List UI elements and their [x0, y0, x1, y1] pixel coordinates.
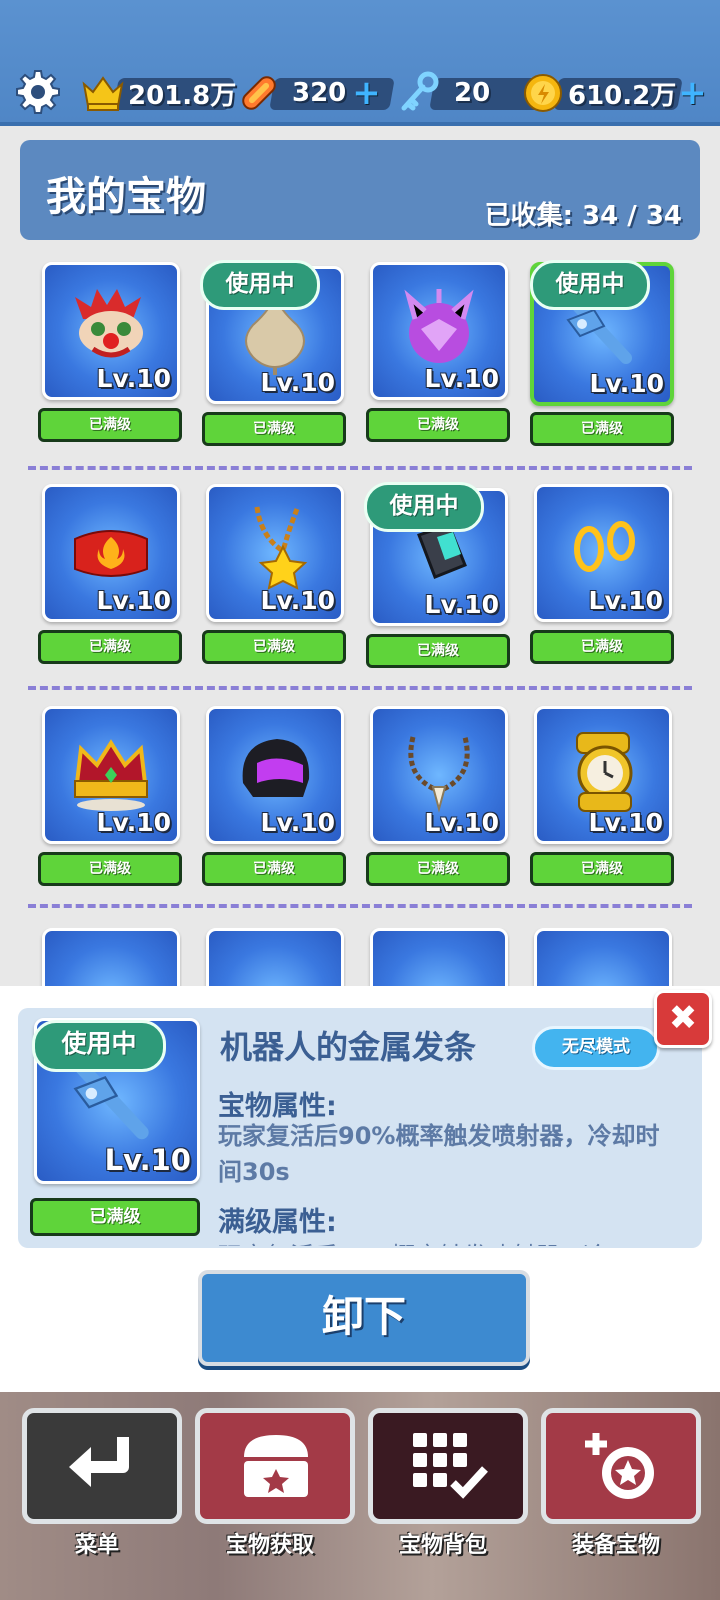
item-level: Lv.10: [424, 808, 499, 837]
key-value: 20: [454, 78, 491, 108]
nav-equip-treasure-label: 装备宝物: [571, 1533, 660, 1558]
row-divider: [28, 466, 692, 470]
return-icon: [69, 1437, 129, 1487]
detail-item-preview: Lv.10 使用中 已满级: [30, 1018, 200, 1236]
collected-label: 已收集:: [484, 201, 573, 231]
treasure-item-tooth-necklace[interactable]: Lv.10 已满级: [366, 706, 510, 886]
max-level-button[interactable]: 已满级: [366, 852, 510, 886]
item-level: Lv.10: [424, 590, 499, 619]
nav-menu-label: 菜单: [74, 1533, 119, 1558]
mode-badge: 无尽模式: [532, 1026, 660, 1070]
max-level-button[interactable]: 已满级: [202, 630, 346, 664]
max-level-button[interactable]: 已满级: [530, 852, 674, 886]
max-level-button[interactable]: 已满级: [38, 852, 182, 886]
clown-mask-icon: [75, 289, 143, 358]
max-level-button[interactable]: 已满级: [366, 634, 510, 668]
max-attribute-title: 满级属性:: [218, 1207, 337, 1238]
add-coins-button[interactable]: +: [678, 76, 707, 110]
collected-value: 34 / 34: [582, 201, 682, 231]
gold-rings-icon: [574, 521, 635, 572]
star-necklace-icon: [254, 506, 308, 590]
close-detail-button[interactable]: ✖: [654, 990, 712, 1048]
equip-icon: [585, 1433, 654, 1499]
max-level-button[interactable]: 已满级: [530, 412, 674, 446]
treasure-item-clown-mask[interactable]: Lv.10 已满级: [38, 262, 182, 442]
page-title: 我的宝物: [46, 174, 206, 220]
treasure-item-fire-headband[interactable]: Lv.10 已满级: [38, 484, 182, 664]
item-level: Lv.10: [588, 586, 663, 615]
treasure-item-partial[interactable]: [38, 928, 182, 986]
max-level-button[interactable]: 已满级: [38, 630, 182, 664]
collected-count: 已收集: 34 / 34: [485, 195, 682, 232]
crown-treasure-icon: [74, 739, 148, 811]
item-level: Lv.10: [424, 364, 499, 393]
treasure-item-gold-rings[interactable]: Lv.10 已满级: [530, 484, 674, 664]
treasure-item-crown[interactable]: Lv.10 已满级: [38, 706, 182, 886]
crown-icon: [82, 76, 124, 111]
item-level: Lv.10: [260, 368, 335, 397]
grid-check-icon: [413, 1433, 488, 1499]
nav-equip-treasure-button[interactable]: [541, 1408, 701, 1524]
max-level-button[interactable]: 已满级: [202, 852, 346, 886]
attribute-text: 玩家复活后90%概率触发喷射器，冷却时间30s: [218, 1122, 660, 1186]
item-level: Lv.10: [96, 808, 171, 837]
nav-treasure-get-label: 宝物获取: [225, 1533, 314, 1558]
hoverboard-value: 320: [292, 78, 347, 108]
coin-icon: [524, 74, 562, 112]
item-level: Lv.10: [96, 364, 171, 393]
key-counter: 20: [396, 71, 551, 112]
nav-treasure-get-button[interactable]: [195, 1408, 355, 1524]
max-level-button[interactable]: 已满级: [202, 412, 346, 446]
bottom-nav: 菜单 宝物获取 宝物背包 装备宝物: [0, 1392, 720, 1600]
treasure-name: 机器人的金属发条: [220, 1028, 477, 1066]
nav-menu-button[interactable]: [22, 1408, 182, 1524]
coin-value: 610.2万: [568, 80, 677, 111]
fire-headband-icon: [74, 530, 148, 577]
treasure-item-star-necklace[interactable]: Lv.10 已满级: [202, 484, 346, 664]
max-level-button[interactable]: 已满级: [366, 408, 510, 442]
item-level: Lv.10: [260, 586, 335, 615]
treasure-item-partial[interactable]: [202, 928, 346, 986]
tooth-necklace-icon: [408, 736, 470, 813]
treasure-item-metal-hairpin[interactable]: Lv.10 使用中 已满级: [530, 260, 674, 446]
treasure-item-smart-watch[interactable]: Lv.10 使用中 已满级: [364, 482, 510, 668]
add-hoverboards-button[interactable]: +: [352, 76, 381, 110]
nav-treasure-bag-label: 宝物背包: [398, 1533, 487, 1558]
treasure-header: 我的宝物 已收集: 34 / 34: [20, 140, 700, 240]
helmet-icon: [242, 739, 310, 797]
detail-item-level: Lv.10: [104, 1143, 191, 1177]
treasure-item-onion[interactable]: Lv.10 使用中 已满级: [200, 260, 346, 446]
hoverboard-icon: [242, 76, 276, 110]
gold-watch-icon: [576, 732, 633, 812]
trophy-value: 201.8万: [128, 80, 237, 111]
item-level: Lv.10: [260, 808, 335, 837]
row-divider: [28, 686, 692, 690]
treasure-item-gold-watch[interactable]: Lv.10 已满级: [530, 706, 674, 886]
hoverboard-counter: 320 +: [236, 74, 395, 112]
trophy-counter: 201.8万: [80, 74, 236, 112]
treasure-item-purple-crystal[interactable]: Lv.10 已满级: [366, 262, 510, 442]
coin-counter: 610.2万 +: [520, 74, 707, 112]
item-level: Lv.10: [96, 586, 171, 615]
max-level-button[interactable]: 已满级: [530, 630, 674, 664]
item-level: Lv.10: [589, 369, 664, 398]
nav-treasure-bag-button[interactable]: [368, 1408, 528, 1524]
in-use-badge: 使用中: [530, 260, 650, 310]
treasure-item-partial[interactable]: [530, 928, 674, 986]
in-use-badge: 使用中: [200, 260, 320, 310]
max-attribute-text: 玩家复活后90%概率触发喷射器，冷: [218, 1236, 678, 1246]
max-level-button[interactable]: 已满级: [38, 408, 182, 442]
treasure-item-partial[interactable]: [366, 928, 510, 986]
in-use-badge: 使用中: [364, 482, 484, 532]
settings-gear-icon[interactable]: [14, 68, 62, 116]
treasure-item-helmet[interactable]: Lv.10 已满级: [202, 706, 346, 886]
in-use-badge: 使用中: [32, 1020, 166, 1072]
unequip-button[interactable]: 卸下: [198, 1270, 530, 1366]
crystal-icon: [404, 289, 474, 363]
chest-icon: [244, 1435, 308, 1497]
detail-max-level-button: 已满级: [30, 1198, 200, 1236]
key-icon: [401, 71, 439, 111]
row-divider: [28, 904, 692, 908]
item-level: Lv.10: [588, 808, 663, 837]
